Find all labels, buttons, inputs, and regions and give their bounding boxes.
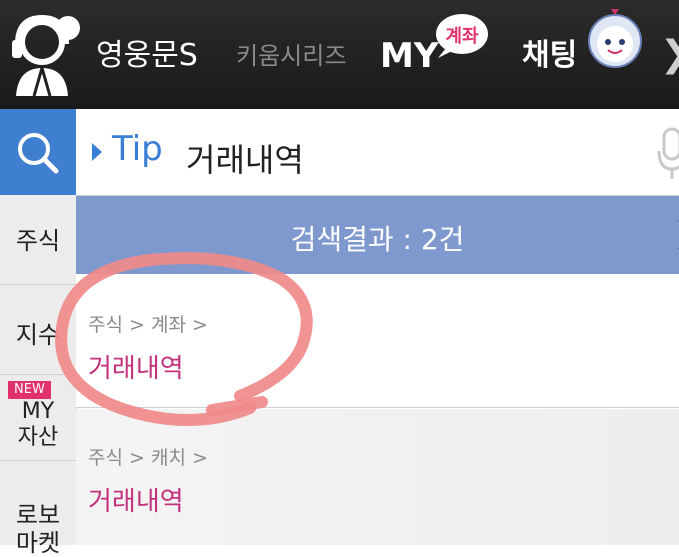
list-item[interactable]: 주식 > 계좌 > 거래내역 bbox=[76, 274, 679, 408]
account-bubble-icon[interactable]: 계좌 bbox=[434, 12, 490, 60]
account-badge-label: 계좌 bbox=[445, 26, 479, 47]
call-center-agent-icon[interactable] bbox=[4, 10, 80, 98]
search-row: Tip 거래내역 bbox=[0, 109, 679, 196]
tip-arrow-icon bbox=[92, 143, 102, 161]
search-button[interactable] bbox=[0, 109, 76, 195]
search-icon bbox=[18, 133, 59, 174]
list-item[interactable]: 주식 > 캐치 > 거래내역 bbox=[76, 409, 679, 545]
sidebar-item-my-assets[interactable]: NEW MY 자산 bbox=[0, 375, 76, 461]
result-breadcrumb: 주식 > 캐치 > bbox=[88, 447, 208, 469]
chevron-right-icon[interactable]: ❯ bbox=[674, 216, 679, 249]
microphone-icon[interactable] bbox=[656, 123, 679, 183]
sidebar-item-robo-market[interactable]: 로보 마켓 bbox=[0, 461, 76, 557]
new-badge: NEW bbox=[8, 381, 51, 399]
result-menu-name[interactable]: 거래내역 bbox=[88, 348, 184, 385]
tab-my-account[interactable]: MY bbox=[380, 36, 438, 76]
tab-kiwoom-series[interactable]: 키움시리즈 bbox=[236, 36, 346, 76]
sidebar-item-label: MY 자산 bbox=[17, 399, 59, 450]
tip-label[interactable]: Tip bbox=[112, 129, 163, 169]
result-breadcrumb: 주식 > 계좌 > bbox=[88, 314, 208, 336]
sidebar-item-index[interactable]: 지수 bbox=[0, 285, 76, 375]
sidebar-item-label: 주식 bbox=[15, 227, 61, 255]
sidebar-item-stocks[interactable]: 주식 bbox=[0, 195, 76, 285]
chat-mascot-icon[interactable] bbox=[584, 8, 646, 70]
top-navigation-bar: 영웅문S 키움시리즈 MY 계좌 채팅 ❯ bbox=[0, 0, 679, 109]
result-count-text: 검색결과 : 2건 bbox=[290, 223, 465, 256]
sidebar-item-label: 로보 마켓 bbox=[15, 501, 61, 557]
search-input[interactable]: 거래내역 bbox=[186, 135, 304, 181]
category-sidebar: 주식 지수 NEW MY 자산 로보 마켓 bbox=[0, 195, 77, 557]
tab-chatting[interactable]: 채팅 bbox=[522, 36, 577, 76]
tab-youngwoongmun-s[interactable]: 영웅문S bbox=[96, 36, 198, 76]
chevron-right-icon[interactable]: ❯ bbox=[660, 34, 679, 75]
sidebar-item-label: 지수 bbox=[15, 321, 61, 349]
result-menu-name[interactable]: 거래내역 bbox=[88, 481, 184, 518]
search-result-summary-bar: 검색결과 : 2건 ❯ bbox=[76, 196, 679, 274]
